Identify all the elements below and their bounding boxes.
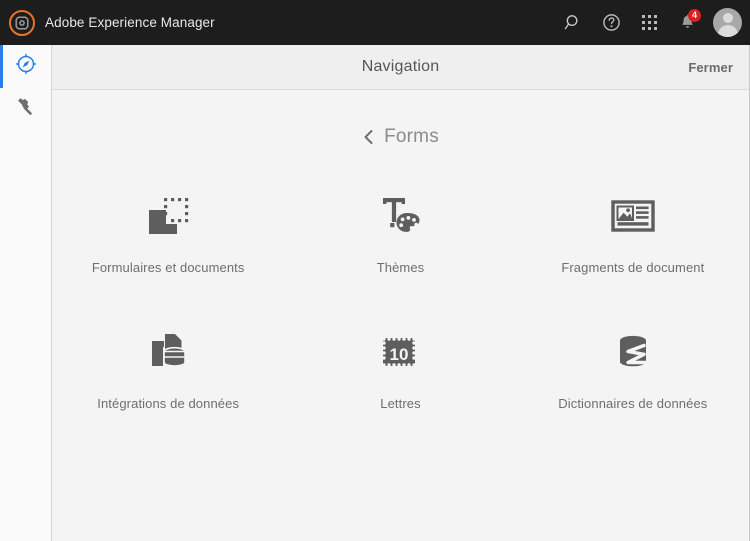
panel-body: Forms Formulaires et documents Thèmes Fr… <box>52 90 749 541</box>
compass-icon <box>15 53 37 80</box>
tile-dictionnaires-de-donnees[interactable]: Dictionnaires de données <box>517 316 749 420</box>
data-dictionaries-icon <box>608 324 658 380</box>
aem-logo-icon <box>9 9 35 36</box>
topbar-actions: 4 <box>556 6 742 40</box>
grid-dots <box>641 15 657 30</box>
data-integrations-icon <box>143 324 193 380</box>
breadcrumb-label: Forms <box>384 126 439 147</box>
solutions-grid-icon[interactable] <box>632 6 666 40</box>
tile-label: Intégrations de données <box>97 395 240 411</box>
user-avatar[interactable] <box>713 8 742 37</box>
notifications-bell-icon[interactable]: 4 <box>670 6 704 40</box>
notification-badge: 4 <box>688 8 701 22</box>
tile-integrations-de-donnees[interactable]: Intégrations de données <box>52 316 284 420</box>
top-bar: Adobe Experience Manager 4 <box>0 0 750 45</box>
avatar-head <box>722 13 733 23</box>
chevron-left-icon[interactable] <box>362 128 375 146</box>
navigation-panel: Navigation Fermer Forms Formulaires et d… <box>52 45 750 541</box>
search-icon[interactable] <box>556 6 590 40</box>
close-button[interactable]: Fermer <box>688 60 733 75</box>
forms-and-documents-icon <box>143 188 193 244</box>
tile-label: Formulaires et documents <box>91 260 245 275</box>
tile-grid: Formulaires et documents Thèmes Fragment… <box>52 180 749 419</box>
letters-stamp-icon: 10 <box>375 324 425 380</box>
left-rail <box>0 45 52 541</box>
themes-palette-icon <box>375 188 425 244</box>
tile-fragments-de-document[interactable]: Fragments de document <box>517 180 749 284</box>
breadcrumb[interactable]: Forms <box>52 122 749 152</box>
aem-navigation-window: Adobe Experience Manager 4 Navigation Fe… <box>0 0 750 541</box>
panel-header: Navigation Fermer <box>52 45 749 90</box>
hammer-icon <box>15 96 37 123</box>
avatar-body <box>717 25 738 37</box>
document-fragment-icon <box>608 188 658 244</box>
rail-item-navigation[interactable] <box>0 45 51 88</box>
panel-title: Navigation <box>361 58 440 75</box>
tile-formulaires-et-documents[interactable]: Formulaires et documents <box>52 180 284 284</box>
tile-lettres[interactable]: 10 Lettres <box>284 316 516 420</box>
tile-themes[interactable]: Thèmes <box>284 180 516 284</box>
brand[interactable]: Adobe Experience Manager <box>9 9 215 36</box>
tile-label: Lettres <box>380 395 421 411</box>
body: Navigation Fermer Forms Formulaires et d… <box>0 45 750 541</box>
tile-label: Dictionnaires de données <box>558 395 708 411</box>
rail-item-tools[interactable] <box>0 88 51 131</box>
help-icon[interactable] <box>594 6 628 40</box>
app-title: Adobe Experience Manager <box>45 15 215 30</box>
svg-text:10: 10 <box>390 345 409 364</box>
tile-label: Thèmes <box>376 260 425 275</box>
tile-label: Fragments de document <box>561 260 705 275</box>
